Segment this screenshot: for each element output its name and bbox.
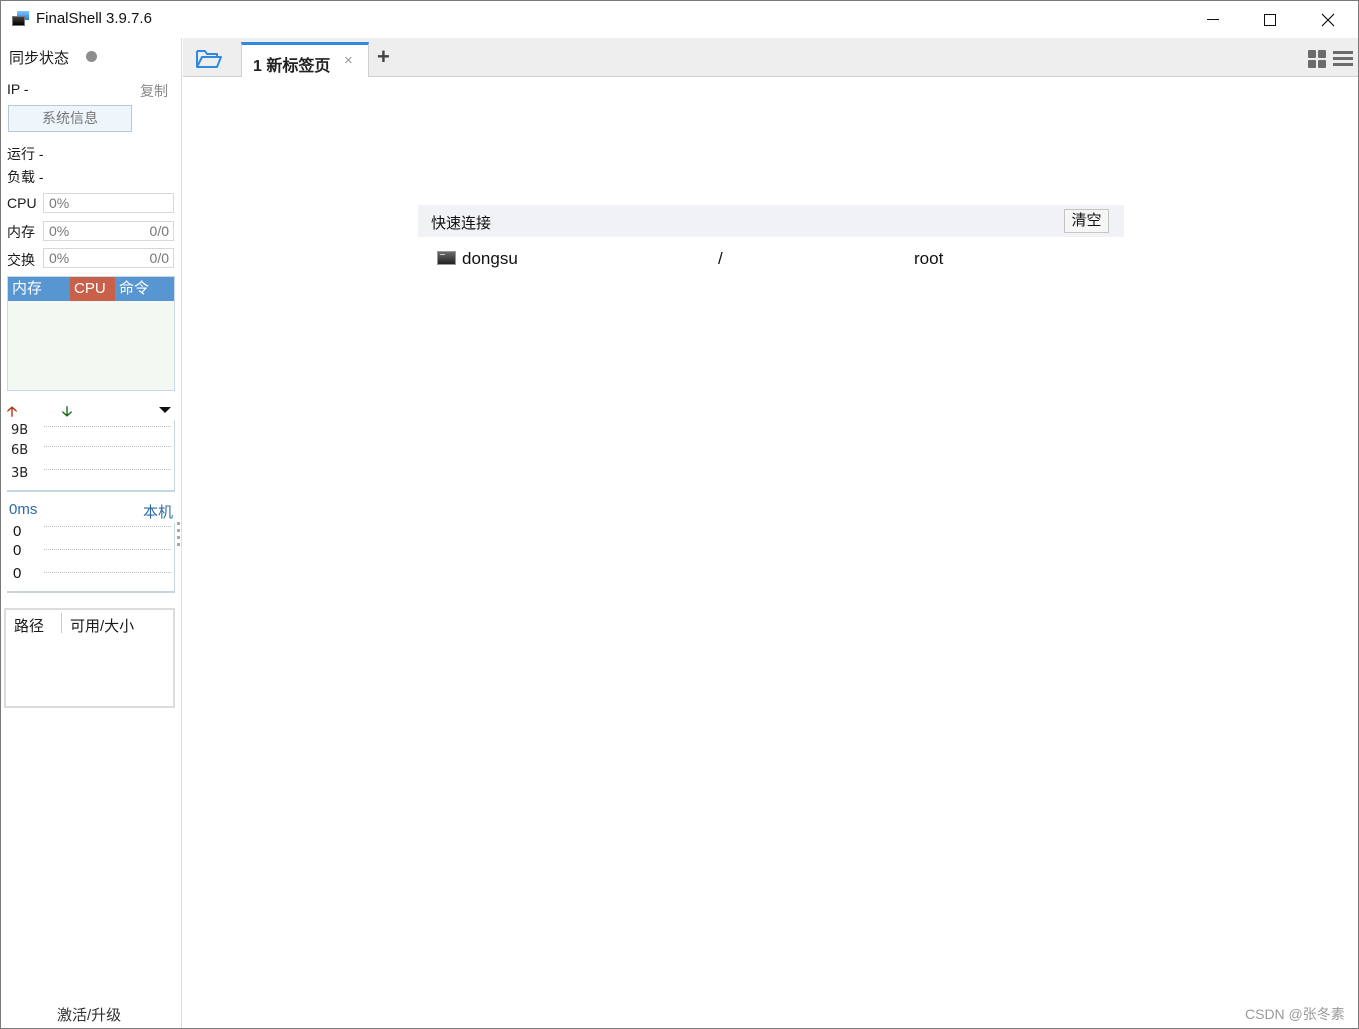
minimize-button[interactable] (1184, 1, 1242, 38)
tab-new-tab[interactable]: 1 新标签页 × (241, 42, 369, 77)
add-tab-button[interactable]: + (377, 46, 390, 68)
app-logo-icon (12, 11, 30, 27)
main-content: 快速连接 清空 dongsu / root (183, 78, 1358, 1028)
memory-meter: 0% 0/0 (43, 221, 174, 241)
memory-label: 内存 (7, 224, 35, 240)
process-tab-memory[interactable]: 内存 (8, 277, 70, 301)
process-panel: 内存 CPU 命令 (7, 276, 175, 391)
gridline (44, 469, 171, 470)
connection-path: / (718, 249, 723, 268)
open-folder-button[interactable] (195, 48, 223, 70)
maximize-button[interactable] (1241, 1, 1299, 38)
connection-row[interactable]: dongsu / root (418, 237, 1124, 277)
network-chart: 9B 6B 3B (7, 420, 175, 492)
tab-bar: 1 新标签页 × + (183, 38, 1358, 77)
process-tab-command[interactable]: 命令 (115, 277, 170, 301)
tab-label: 1 新标签页 (253, 58, 331, 75)
network-axis-label: 6B (11, 443, 29, 458)
ping-axis-label: 0 (13, 565, 22, 582)
close-button[interactable] (1299, 1, 1357, 38)
folder-open-icon (196, 50, 222, 68)
sync-status-indicator (86, 51, 97, 62)
ping-axis-label: 0 (13, 523, 22, 540)
activate-upgrade-link[interactable]: 激活/升级 (57, 1004, 121, 1025)
copy-ip-link[interactable]: 复制 (140, 81, 168, 101)
grid-view-icon[interactable] (1308, 50, 1327, 68)
ping-chart: 0 0 0 (7, 523, 175, 593)
network-interface-dropdown-icon[interactable] (159, 407, 171, 413)
process-tabs: 内存 CPU 命令 (8, 277, 174, 301)
disk-column-path[interactable]: 路径 (14, 615, 44, 636)
quick-connect-header: 快速连接 清空 (418, 205, 1124, 237)
quick-connect-title: 快速连接 (431, 215, 492, 232)
title-bar: FinalShell 3.9.7.6 (1, 1, 1358, 38)
quick-connect-panel: 快速连接 清空 dongsu / root (418, 205, 1124, 277)
system-info-button[interactable]: 系统信息 (8, 105, 132, 132)
uptime-label: 运行 - (7, 146, 44, 162)
minimize-icon (1207, 19, 1219, 20)
gridline (44, 572, 171, 573)
connection-user: root (914, 249, 944, 268)
upload-arrow-icon: 🡡 (7, 403, 18, 419)
gridline (44, 446, 171, 447)
ping-latency: 0ms (9, 501, 38, 518)
watermark: CSDN @张冬素 (1245, 1006, 1345, 1022)
network-axis-label: 3B (11, 466, 29, 481)
gridline (44, 426, 171, 427)
close-icon (1321, 13, 1335, 26)
tab-close-icon[interactable]: × (344, 52, 353, 69)
swap-meter: 0% 0/0 (43, 248, 174, 268)
gridline (44, 549, 171, 550)
swap-percent: 0% (49, 250, 70, 266)
sidebar-splitter-handle[interactable] (177, 522, 181, 552)
gridline (44, 526, 171, 527)
process-tab-cpu[interactable]: CPU (70, 277, 115, 301)
ip-label: IP - (7, 81, 29, 97)
network-header: 🡡 🡣 (7, 404, 175, 418)
memory-ratio: 0/0 (149, 223, 169, 239)
cpu-percent: 0% (49, 195, 70, 211)
clear-button[interactable]: 清空 (1064, 209, 1109, 233)
terminal-icon (437, 251, 456, 265)
disk-column-available-size[interactable]: 可用/大小 (70, 615, 134, 636)
sync-status-label: 同步状态 (9, 50, 70, 67)
load-label: 负载 - (7, 169, 44, 185)
disk-table: 路径 可用/大小 (4, 608, 175, 708)
connection-name: dongsu (462, 249, 518, 268)
memory-percent: 0% (49, 223, 70, 239)
ping-axis-label: 0 (13, 542, 22, 559)
cpu-meter: 0% (43, 193, 174, 213)
swap-label: 交换 (7, 252, 35, 268)
download-arrow-icon: 🡣 (62, 403, 73, 419)
menu-icon[interactable] (1333, 51, 1353, 67)
maximize-icon (1264, 13, 1276, 26)
ping-host-link[interactable]: 本机 (143, 501, 173, 522)
sidebar: 同步状态 IP - 复制 系统信息 运行 - 负载 - CPU 0% 内存 0%… (1, 38, 182, 1028)
swap-ratio: 0/0 (149, 250, 169, 266)
network-axis-label: 9B (11, 423, 29, 438)
cpu-label: CPU (7, 195, 37, 211)
column-divider[interactable] (61, 613, 62, 633)
window-title: FinalShell 3.9.7.6 (36, 10, 152, 27)
